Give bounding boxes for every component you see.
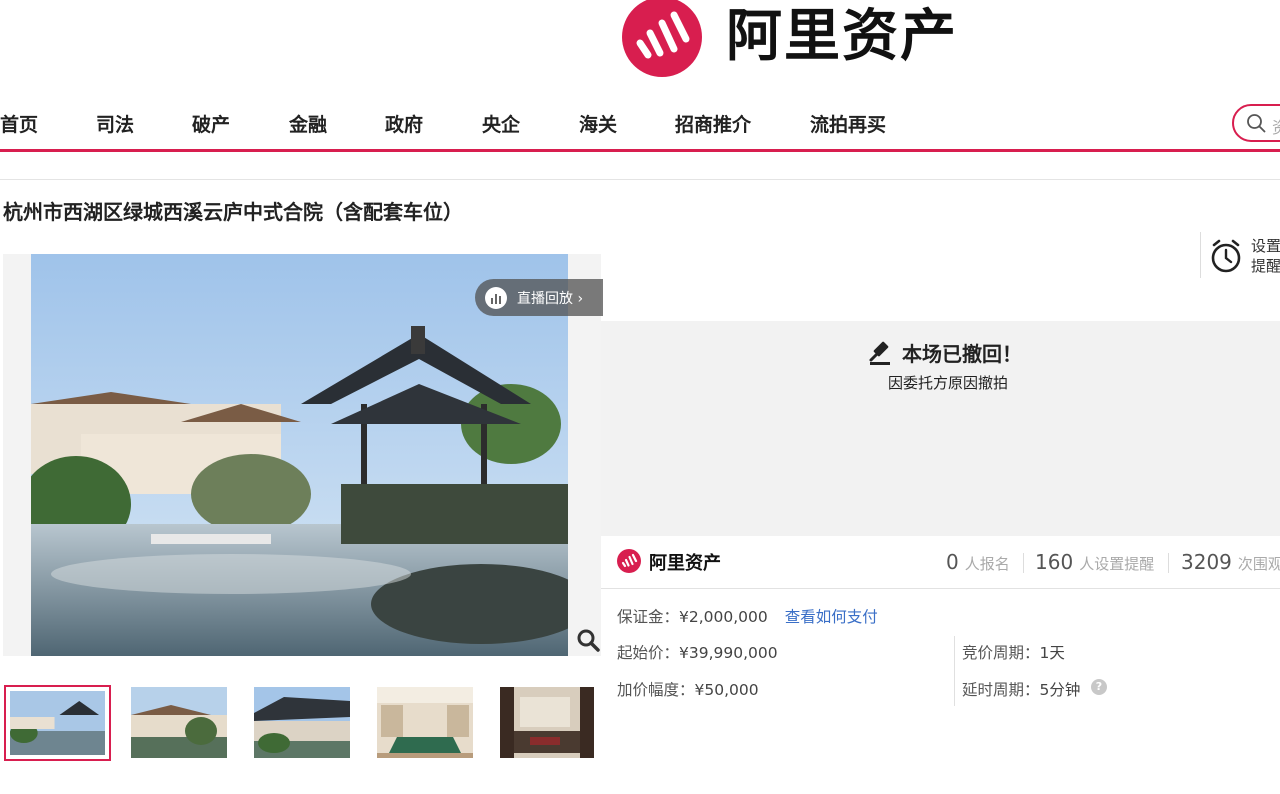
bid-period-label: 竞价周期：	[962, 644, 1040, 662]
delay-period-row: 延时周期：5分钟	[962, 678, 1080, 700]
nav-item-bankruptcy[interactable]: 破产	[192, 110, 230, 137]
divider	[1200, 232, 1201, 278]
stat-label: 人报名	[964, 555, 1010, 573]
start-price-row: 起始价：¥39,990,000	[617, 641, 778, 663]
search-placeholder: 资	[1272, 114, 1280, 138]
gavel-icon	[869, 341, 890, 365]
thumbnail[interactable]	[254, 687, 350, 758]
deposit-row: 保证金：¥2,000,000 查看如何支付	[617, 605, 878, 627]
nav-item-relist[interactable]: 流拍再买	[810, 110, 886, 137]
thumbnail[interactable]	[131, 687, 227, 758]
thumbnail-living-room-image	[500, 687, 594, 758]
divider	[1168, 553, 1169, 573]
nav-item-judicial[interactable]: 司法	[96, 110, 134, 137]
main-nav: 首页 司法 破产 金融 政府 央企 海关 招商推介 流拍再买	[0, 104, 1280, 144]
delay-period-value: 5分钟	[1039, 681, 1081, 699]
thumbnail-billiard-room-image	[377, 687, 473, 758]
thumbnail[interactable]	[377, 687, 473, 758]
divider	[1023, 553, 1024, 573]
thumbnail-selected[interactable]	[4, 685, 111, 761]
bid-period-row: 竞价周期：1天	[962, 641, 1065, 663]
stat-label: 人设置提醒	[1079, 555, 1155, 573]
nav-item-government[interactable]: 政府	[385, 110, 423, 137]
stat-registrations: 0 人报名	[946, 550, 1010, 574]
status-reason: 因委托方原因撤拍	[888, 374, 1009, 392]
site-logo[interactable]: 阿里资产	[620, 0, 958, 80]
stat-label: 次围观	[1237, 555, 1280, 573]
bid-period-value: 1天	[1039, 644, 1065, 662]
thumbnail[interactable]	[500, 687, 594, 758]
logo-text: 阿里资产	[726, 4, 958, 69]
nav-item-soe[interactable]: 央企	[482, 110, 520, 137]
nav-item-customs[interactable]: 海关	[579, 110, 617, 137]
brand-name: 阿里资产	[649, 553, 721, 574]
deposit-label: 保证金：	[617, 608, 680, 626]
delay-period-label: 延时周期：	[962, 681, 1040, 699]
start-price-label: 起始价：	[617, 644, 680, 662]
nav-underline	[0, 149, 1280, 152]
divider	[954, 636, 955, 706]
nav-item-home[interactable]: 首页	[0, 110, 38, 137]
nav-item-finance[interactable]: 金融	[289, 110, 327, 137]
help-icon[interactable]: ?	[1091, 679, 1107, 695]
stat-views: 3209 次围观	[1181, 550, 1280, 574]
stat-value: 0	[946, 550, 959, 574]
increment-label: 加价幅度：	[617, 681, 695, 699]
thumbnail-courtyard-image	[254, 687, 350, 758]
deposit-value: ¥2,000,000	[679, 608, 768, 626]
start-price-value: ¥39,990,000	[679, 644, 778, 662]
stat-value: 3209	[1181, 550, 1232, 574]
search-icon[interactable]	[1246, 113, 1266, 133]
chart-bars-icon	[485, 286, 507, 309]
set-reminder-button[interactable]: 设置提醒	[1251, 236, 1280, 276]
thumbnail-pavilion-image	[10, 691, 105, 755]
page-title: 杭州市西湖区绿城西溪云庐中式合院（含配套车位）	[3, 200, 463, 224]
status-headline: 本场已撤回！	[868, 338, 1022, 367]
thumbnail-house-image	[131, 687, 227, 758]
zoom-icon[interactable]	[576, 628, 600, 652]
alibaba-assets-logo-icon	[622, 0, 702, 77]
nav-item-investment[interactable]: 招商推介	[675, 110, 751, 137]
divider	[0, 179, 1280, 180]
stat-reminders: 160 人设置提醒	[1035, 550, 1154, 574]
increment-value: ¥50,000	[694, 681, 759, 699]
status-headline-text: 本场已撤回！	[902, 342, 1022, 366]
live-replay-label: 直播回放 ›	[517, 290, 584, 307]
stat-value: 160	[1035, 550, 1074, 574]
alibaba-assets-logo-icon	[617, 549, 641, 573]
live-replay-button[interactable]: 直播回放 ›	[475, 279, 603, 316]
alarm-clock-icon[interactable]	[1209, 238, 1243, 274]
how-to-pay-link[interactable]: 查看如何支付	[785, 608, 878, 626]
increment-row: 加价幅度：¥50,000	[617, 678, 759, 700]
